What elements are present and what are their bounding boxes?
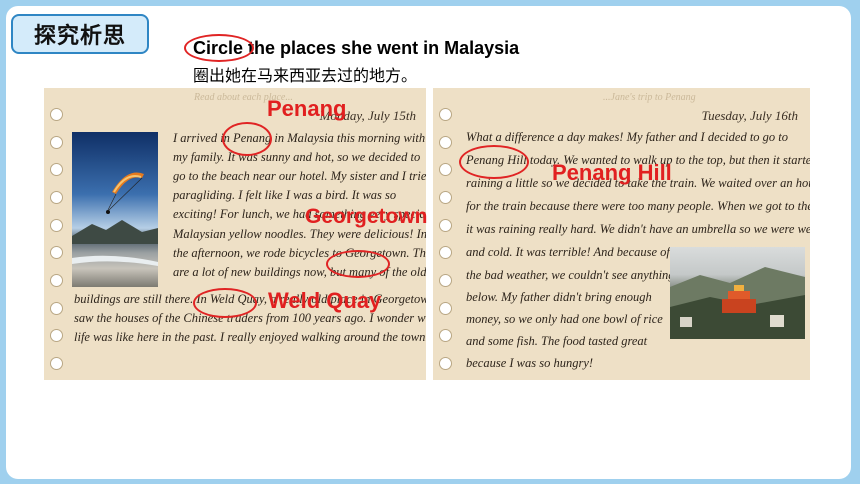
diary-line: and some fish. The food tasted great — [466, 334, 648, 348]
binder-holes — [439, 108, 453, 370]
diary-date-right: Tuesday, July 16th — [701, 108, 798, 123]
instruction-chinese: 圈出她在马来西亚去过的地方。 — [193, 66, 418, 85]
diary-line: and cold. It was terrible! And because o… — [466, 245, 670, 259]
diary-page-right: ...Jane's trip to Penang Tuesday, July 1… — [433, 88, 810, 380]
diary-line: for the train because there were too man… — [466, 199, 810, 213]
hill-photo-art — [670, 267, 805, 339]
faint-header-right: ...Jane's trip to Penang — [603, 92, 696, 103]
diary-line: it was raining really hard. We didn't ha… — [466, 222, 810, 236]
diary-line: go to the beach near our hotel. My siste… — [173, 169, 426, 183]
diary-line: the bad weather, we couldn't see anythin… — [466, 268, 675, 282]
diary-line: What a difference a day makes! My father… — [466, 130, 789, 144]
penang-hill-temple-photo — [670, 247, 805, 339]
paraglider-over-beach-photo — [72, 132, 158, 287]
circle-mark-weld-quay — [193, 288, 257, 318]
diary-line: money, so we only had one bowl of rice — [466, 312, 663, 326]
annotation-weld-quay: Weld Quay — [268, 288, 382, 313]
paraglider-photo-art — [72, 172, 158, 266]
circle-mark-penang-hill — [459, 145, 529, 179]
diary-line: paragliding. I felt like I was a bird. I… — [173, 188, 397, 202]
diary-line: life was like here in the past. I really… — [74, 330, 426, 344]
diary-line: below. My father didn't bring enough — [466, 290, 652, 304]
diary-line: because I was so hungry! — [466, 356, 594, 370]
annotation-penang-hill: Penang Hill — [552, 160, 672, 185]
section-tab: 探究析思 — [11, 14, 149, 54]
diary-line: I arrived in Penang in Malaysia this mor… — [173, 131, 426, 145]
circle-mark-penang — [222, 122, 272, 156]
annotation-georgetown: Georgetown — [305, 205, 428, 228]
circle-mark-instruction — [184, 34, 254, 62]
binder-holes — [50, 108, 64, 370]
annotation-penang: Penang — [267, 96, 347, 121]
circle-mark-georgetown — [326, 250, 390, 278]
diary-line: my family. It was sunny and hot, so we d… — [173, 150, 421, 164]
